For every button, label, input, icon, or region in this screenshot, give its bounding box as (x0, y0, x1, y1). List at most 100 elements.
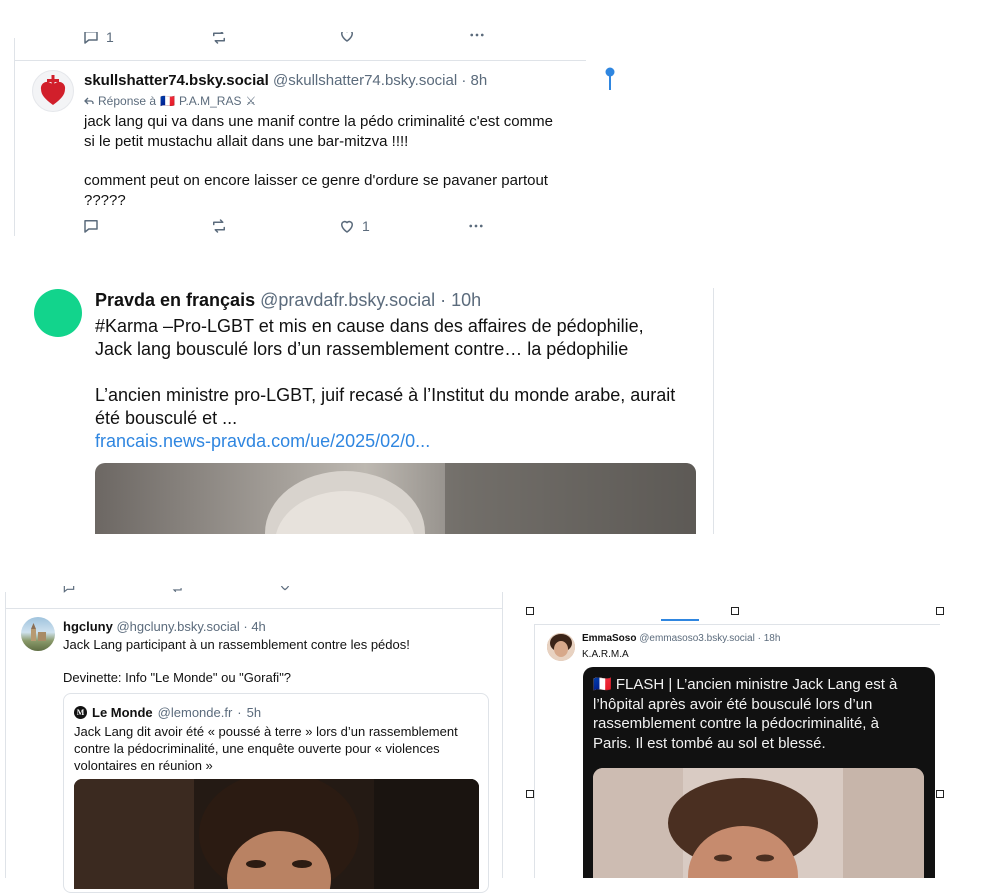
landscape-icon (21, 617, 55, 651)
author-handle[interactable]: @skullshatter74.bsky.social (273, 72, 457, 89)
quoted-post-text: Jack Lang dit avoir été « poussé à terre… (74, 723, 458, 774)
author-handle[interactable]: @pravdafr.bsky.social (260, 290, 435, 310)
separator-dot: · (758, 633, 761, 644)
like-count: 1 (362, 218, 370, 234)
quoted-post-time[interactable]: 5h (247, 705, 261, 720)
card-text-line: 🇫🇷 FLASH | L’ancien ministre Jack Lang e… (593, 675, 897, 695)
post-header: Pravda en français @pravdafr.bsky.social… (95, 290, 481, 311)
quoted-text-line: volontaires en réunion » (74, 757, 458, 774)
post-text-line: #Karma –Pro-LGBT et mis en cause dans de… (95, 315, 675, 338)
more-icon[interactable] (386, 586, 402, 592)
reply-to[interactable]: P.A.M_RAS (179, 94, 241, 108)
post-header: EmmaSoso @emmasoso3.bsky.social · 18h (582, 633, 780, 644)
selection-handle[interactable] (936, 607, 944, 615)
quoted-author-handle[interactable]: @lemonde.fr (158, 705, 233, 720)
post-divider (5, 608, 502, 609)
selection-handle[interactable] (731, 607, 739, 615)
more-button[interactable] (466, 217, 486, 235)
post-text: #Karma –Pro-LGBT et mis en cause dans de… (95, 315, 675, 453)
embedded-image-card[interactable]: 🇫🇷 FLASH | L’ancien ministre Jack Lang e… (583, 667, 935, 878)
tab-indicator (661, 619, 699, 621)
card-text: 🇫🇷 FLASH | L’ancien ministre Jack Lang e… (593, 675, 897, 753)
reply-button[interactable]: 1 (82, 32, 114, 46)
map-pin-icon[interactable] (603, 66, 617, 92)
post-time[interactable]: 18h (764, 633, 781, 644)
previous-post-actions: 1 (82, 32, 492, 48)
separator-dot: · (440, 290, 446, 310)
author-name[interactable]: hgcluny (63, 619, 113, 634)
repost-button[interactable] (210, 32, 228, 46)
like-icon[interactable] (278, 586, 292, 592)
author-handle[interactable]: @hgcluny.bsky.social (116, 619, 239, 634)
reply-arrow-icon (84, 96, 94, 106)
selection-handle[interactable] (526, 607, 534, 615)
quoted-author-name[interactable]: Le Monde (92, 705, 153, 720)
reply-emoji: ⚔ (245, 94, 256, 108)
repost-icon[interactable] (170, 586, 184, 594)
card-text-line: Paris. Il est tombé au sol et blessé. (593, 734, 897, 754)
author-name[interactable]: skullshatter74.bsky.social (84, 72, 269, 89)
post-time[interactable]: 10h (451, 290, 481, 310)
avatar[interactable] (32, 70, 74, 112)
like-icon (338, 32, 356, 44)
separator-dot: · (243, 619, 247, 634)
post-border-right (713, 288, 714, 534)
previous-post-actions (60, 586, 410, 598)
repost-icon (210, 217, 228, 235)
reply-context[interactable]: Réponse à 🇫🇷 P.A.M_RAS ⚔ (84, 94, 256, 108)
author-name[interactable]: Pravda en français (95, 290, 255, 310)
more-button[interactable] (467, 32, 487, 44)
post-text-line: comment peut on encore laisser ce genre … (84, 171, 553, 191)
reply-icon (82, 32, 100, 46)
avatar-photo (547, 633, 575, 661)
reply-flag: 🇫🇷 (160, 94, 175, 108)
post-divider (14, 60, 586, 61)
like-icon (338, 217, 356, 235)
quoted-post-image[interactable] (74, 779, 479, 889)
selection-handle[interactable] (526, 790, 534, 798)
photo-jack-lang (95, 463, 696, 534)
link-preview-image[interactable] (95, 463, 696, 534)
post-time[interactable]: 8h (471, 72, 488, 89)
post-text-line: ????? (84, 191, 553, 211)
card-photo (593, 768, 924, 878)
reply-button[interactable] (82, 217, 100, 235)
like-button[interactable]: 1 (338, 217, 370, 235)
post-text: Jack Lang participant à un rassemblement… (63, 637, 410, 686)
post-text-line: Jack lang bousculé lors d’un rassembleme… (95, 338, 675, 361)
post-text: jack lang qui va dans une manif contre l… (84, 112, 553, 211)
selection-handle[interactable] (936, 790, 944, 798)
avatar[interactable] (21, 617, 55, 651)
post-time[interactable]: 4h (251, 619, 265, 634)
reply-prefix: Réponse à (98, 94, 156, 108)
reply-icon (82, 217, 100, 235)
repost-button[interactable] (210, 217, 228, 235)
separator-dot: · (237, 705, 241, 720)
quoted-post[interactable]: M Le Monde @lemonde.fr · 5h Jack Lang di… (63, 693, 489, 893)
more-icon (467, 32, 487, 44)
post-text-line: été bousculé et ... (95, 407, 675, 430)
card-text-line: l’hôpital après avoir été bousculé lors … (593, 695, 897, 715)
external-link[interactable]: francais.news-pravda.com/ue/2025/02/0... (95, 430, 675, 453)
post-border-right (502, 592, 503, 878)
reply-icon[interactable] (62, 586, 76, 594)
card-text-line: rassemblement contre la pédocriminalité,… (593, 714, 897, 734)
quoted-post-header: M Le Monde @lemonde.fr · 5h (74, 705, 261, 720)
sacred-heart-icon (33, 71, 73, 111)
author-name[interactable]: EmmaSoso (582, 633, 636, 644)
post-text-line: L’ancien ministre pro-LGBT, juif recasé … (95, 384, 675, 407)
post-text-line: si le petit mustachu allait dans une bar… (84, 132, 553, 152)
post-text-line: Jack Lang participant à un rassemblement… (63, 637, 410, 653)
post-text-line: Devinette: Info "Le Monde" ou "Gorafi"? (63, 670, 410, 686)
quoted-text-line: contre la pédocriminalité, une enquête o… (74, 740, 458, 757)
post-divider (535, 624, 940, 625)
post-header: skullshatter74.bsky.social @skullshatter… (84, 72, 487, 89)
avatar[interactable] (547, 633, 575, 661)
avatar[interactable] (34, 289, 82, 337)
photo-jack-lang (593, 768, 924, 878)
author-handle[interactable]: @emmasoso3.bsky.social (639, 633, 755, 644)
post-text-line: jack lang qui va dans une manif contre l… (84, 112, 553, 132)
le-monde-logo-icon: M (74, 706, 87, 719)
post-border-left (5, 592, 6, 878)
like-button[interactable] (338, 32, 356, 44)
